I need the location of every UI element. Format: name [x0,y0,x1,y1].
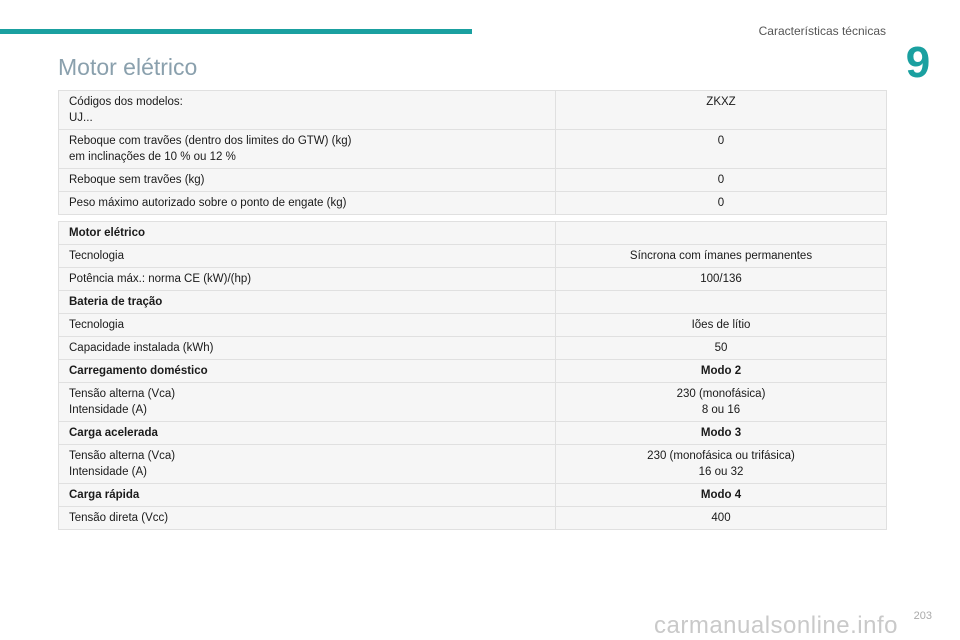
row-label-cell: Capacidade instalada (kWh) [58,336,556,360]
row-label-cell: Motor elétrico [58,221,556,245]
row-value: 16 ou 32 [698,466,744,478]
row-label: Tecnologia [69,250,124,262]
row-value-cell: 230 (monofásica) 8 ou 16 [555,382,887,422]
row-value: 0 [717,174,725,186]
chapter-number: 9 [905,38,931,87]
table-row: Bateria de tração [58,290,887,314]
row-value-cell: 0 [555,191,887,215]
row-value-cell: 230 (monofásica ou trifásica) 16 ou 32 [555,444,887,484]
row-label: Motor elétrico [69,227,146,239]
row-value-cell: 50 [555,336,887,360]
row-value-cell [555,221,887,245]
row-label: Carga rápida [69,489,140,501]
row-label: Peso máximo autorizado sobre o ponto de … [69,197,347,209]
row-value-cell: Síncrona com ímanes permanentes [555,244,887,268]
header-accent-bar [0,29,472,34]
table-row: Carga rápida Modo 4 [58,483,887,507]
row-label-cell: Tecnologia [58,244,556,268]
row-value: Modo 2 [700,365,742,377]
row-label: Tensão direta (Vcc) [69,512,169,524]
row-value-cell: Modo 2 [555,359,887,383]
row-value: 0 [717,135,725,147]
table-row: Tecnologia Iões de lítio [58,313,887,337]
row-value: 230 (monofásica ou trifásica) [647,450,795,462]
table-row: Peso máximo autorizado sobre o ponto de … [58,191,887,215]
row-label-cell: Reboque sem travões (kg) [58,168,556,192]
row-value: ZKXZ [706,96,736,108]
row-label: UJ... [69,112,93,124]
row-label: Tensão alterna (Vca) [69,388,176,400]
row-label-cell: Potência máx.: norma CE (kW)/(hp) [58,267,556,291]
row-label-cell: Tensão direta (Vcc) [58,506,556,530]
row-value: Modo 3 [700,427,742,439]
row-label-cell: Tecnologia [58,313,556,337]
table-row: Reboque com travões (dentro dos limites … [58,129,887,169]
row-label-cell: Tensão alterna (Vca) Intensidade (A) [58,382,556,422]
row-label: Carga acelerada [69,427,158,439]
row-value: Síncrona com ímanes permanentes [629,250,813,262]
row-value: 0 [717,197,725,209]
row-value-cell: 100/136 [555,267,887,291]
table-row: Tecnologia Síncrona com ímanes permanente… [58,244,887,268]
page-title: Motor elétrico [58,54,198,80]
row-value-cell: Modo 4 [555,483,887,507]
row-label: Carregamento doméstico [69,365,208,377]
row-value-cell: ZKXZ [555,90,887,130]
table-row: Capacidade instalada (kWh) 50 [58,336,887,360]
row-value-cell [555,290,887,314]
row-value: 8 ou 16 [701,404,741,416]
row-value-cell: Modo 3 [555,421,887,445]
row-value: 230 (monofásica) [676,388,766,400]
row-value: Iões de lítio [691,319,751,331]
row-label-cell: Carga rápida [58,483,556,507]
row-label-cell: Bateria de tração [58,290,556,314]
row-value-cell: Iões de lítio [555,313,887,337]
table-row: Tensão direta (Vcc) 400 [58,506,887,530]
table-row: Códigos dos modelos: UJ... ZKXZ [58,90,887,130]
row-label-cell: Códigos dos modelos: UJ... [58,90,556,130]
row-label: Capacidade instalada (kWh) [69,342,214,354]
row-label: Intensidade (A) [69,404,147,416]
row-label-cell: Carga acelerada [58,421,556,445]
table-row: Motor elétrico [58,221,887,245]
towing-table: Códigos dos modelos: UJ... ZKXZ Reboque com… [58,90,887,215]
row-label: Códigos dos modelos: [69,96,183,108]
table-row: Carga acelerada Modo 3 [58,421,887,445]
row-label-cell: Peso máximo autorizado sobre o ponto de … [58,191,556,215]
row-label: Intensidade (A) [69,466,147,478]
table-row: Potência máx.: norma CE (kW)/(hp) 100/136 [58,267,887,291]
watermark: carmanualsonline.info [654,612,898,639]
row-value: Modo 4 [700,489,742,501]
row-label: Tecnologia [69,319,124,331]
row-value-cell: 0 [555,129,887,169]
row-value: 400 [711,512,731,524]
table-row: Carregamento doméstico Modo 2 [58,359,887,383]
table-row: Tensão alterna (Vca) Intensidade (A) 230 (… [58,382,887,422]
row-label: Reboque com travões (dentro dos limites … [69,135,352,147]
row-value: 50 [714,342,728,354]
row-value: 100/136 [700,273,742,285]
row-label-cell: Carregamento doméstico [58,359,556,383]
row-label: Bateria de tração [69,296,163,308]
row-label: Potência máx.: norma CE (kW)/(hp) [69,273,252,285]
row-value-cell: 0 [555,168,887,192]
page-number: 203 [913,610,932,622]
table-row: Tensão alterna (Vca) Intensidade (A) 230 (… [58,444,887,484]
row-label: Reboque sem travões (kg) [69,174,205,186]
section-header: Características técnicas [758,24,886,38]
row-label: Tensão alterna (Vca) [69,450,176,462]
row-value-cell: 400 [555,506,887,530]
row-label-cell: Reboque com travões (dentro dos limites … [58,129,556,169]
motor-specs-table: Motor elétrico Tecnologia Síncrona com íma… [58,221,887,530]
table-row: Reboque sem travões (kg) 0 [58,168,887,192]
row-label-cell: Tensão alterna (Vca) Intensidade (A) [58,444,556,484]
row-label: em inclinações de 10 % ou 12 % [69,151,236,163]
